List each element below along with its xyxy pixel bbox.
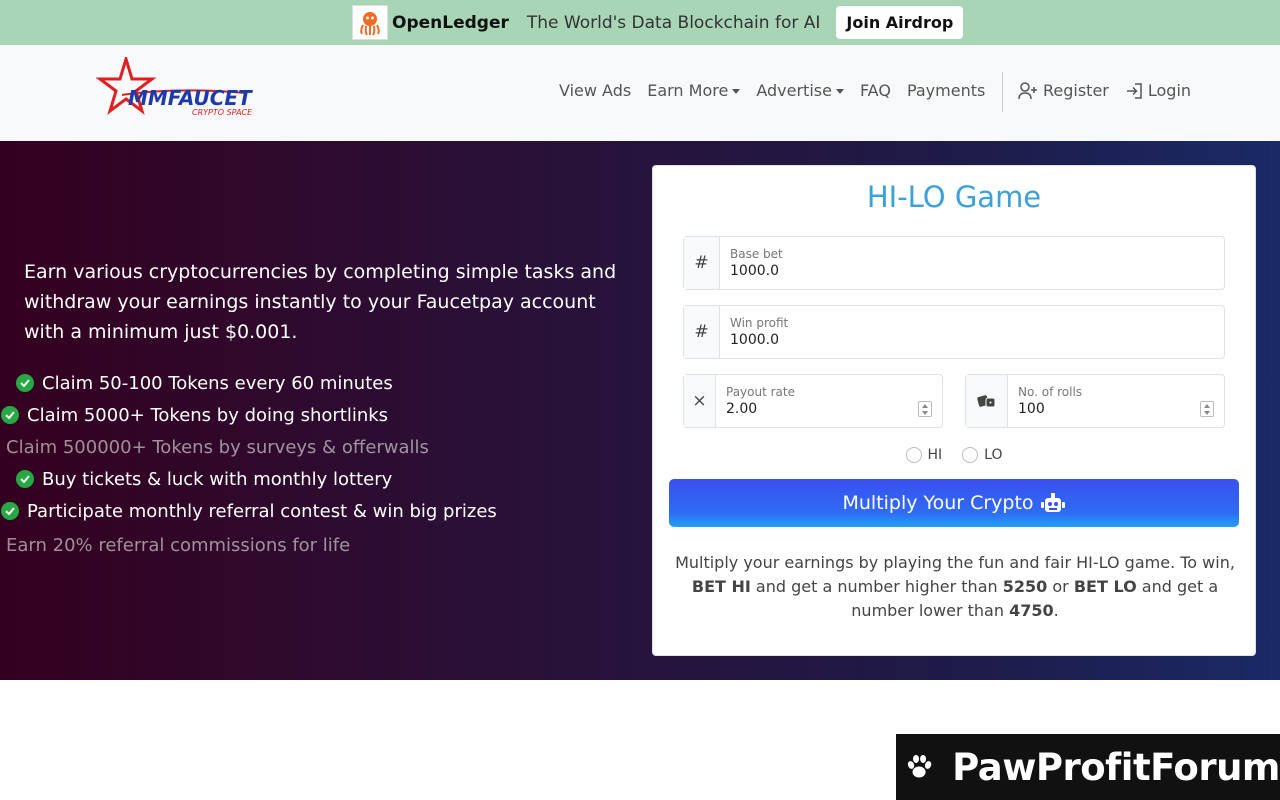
logo-wordmark: MMFAUCET — [128, 86, 253, 110]
nav-payments[interactable]: Payments — [907, 81, 985, 100]
lo-threshold: 4750 — [1009, 601, 1054, 620]
desc-text: Multiply your earnings by playing the fu… — [675, 553, 1235, 572]
feature-item: Earn 20% referral commissions for life — [0, 529, 620, 561]
nav-label: Payments — [906, 81, 986, 100]
nav-divider — [1002, 72, 1003, 112]
nav-view-ads[interactable]: View Ads — [559, 81, 631, 100]
watermark-text: PawProfitForum — [952, 745, 1280, 789]
main-nav: View Ads Earn More Advertise FAQ Payment… — [559, 81, 1001, 100]
payout-rate-stepper[interactable] — [918, 401, 932, 417]
rolls-label: No. of rolls — [1018, 385, 1083, 399]
desc-text: and get a number higher than — [755, 577, 998, 596]
login-link[interactable]: Login — [1125, 81, 1191, 100]
check-circle-icon — [16, 470, 34, 488]
feature-item: Claim 5000+ Tokens by doing shortlinks — [0, 399, 620, 431]
join-airdrop-button[interactable]: Join Airdrop — [836, 6, 964, 39]
caret-down-icon — [835, 89, 844, 94]
site-logo[interactable]: MMFAUCET CRYPTO SPACE — [96, 57, 276, 119]
feature-text: Claim 50-100 Tokens every 60 minutes — [42, 372, 393, 394]
login-icon — [1126, 82, 1142, 99]
feature-item: Claim 50-100 Tokens every 60 minutes — [0, 367, 620, 399]
radio-icon — [905, 447, 922, 463]
desc-text: or — [1052, 577, 1069, 596]
bet-lo-text: BET LO — [1073, 577, 1137, 596]
nav-earn-more[interactable]: Earn More — [647, 81, 741, 100]
times-icon: × — [684, 375, 716, 427]
feature-text: Claim 500000+ Tokens by surveys & offerw… — [6, 436, 429, 458]
payout-rate-field[interactable]: × Payout rate 2.00 — [683, 374, 943, 428]
nav-label: Earn More — [647, 81, 729, 100]
paw-icon — [907, 754, 932, 778]
feature-text: Claim 5000+ Tokens by doing shortlinks — [27, 404, 389, 426]
dice-icon — [966, 375, 1008, 427]
register-link[interactable]: Register — [1018, 81, 1109, 100]
hi-lo-options: HI LO — [653, 447, 1255, 463]
win-profit-label: Win profit — [730, 316, 789, 330]
user-plus-icon — [1018, 81, 1037, 99]
feature-item: Buy tickets & luck with monthly lottery — [0, 463, 620, 495]
bet-hi-text: BET HI — [691, 577, 751, 596]
hi-label: HI — [927, 447, 943, 463]
base-bet-field[interactable]: # Base bet 1000.0 — [683, 236, 1225, 290]
check-circle-icon — [16, 374, 34, 392]
check-circle-icon — [1, 502, 19, 520]
radio-icon — [962, 447, 979, 463]
lo-radio[interactable]: LO — [962, 447, 1002, 463]
hi-threshold: 5250 — [1002, 577, 1048, 596]
hero-intro: Earn various cryptocurrencies by complet… — [24, 261, 617, 343]
banner-tagline: The World's Data Blockchain for AI — [526, 12, 821, 33]
promo-banner: OpenLedger The World's Data Blockchain f… — [0, 0, 1280, 45]
hash-icon: # — [684, 237, 720, 289]
nav-faq[interactable]: FAQ — [860, 81, 891, 100]
logo-subtext: CRYPTO SPACE — [192, 108, 253, 117]
feature-item: Participate monthly referral contest & w… — [0, 495, 620, 527]
nav-label: FAQ — [859, 81, 891, 100]
hash-icon: # — [684, 306, 720, 358]
banner-brand: OpenLedger — [392, 12, 509, 33]
openledger-logo-icon[interactable] — [352, 5, 388, 40]
rolls-input[interactable]: 100 — [1018, 401, 1214, 417]
hi-radio[interactable]: HI — [905, 447, 943, 463]
watermark: PawProfitForum — [896, 734, 1280, 800]
nav-advertise[interactable]: Advertise — [756, 81, 844, 100]
multiply-button[interactable]: Multiply Your Crypto — [669, 479, 1239, 527]
nav-label: View Ads — [559, 81, 632, 100]
robot-icon — [1040, 493, 1065, 512]
feature-item: Claim 500000+ Tokens by surveys & offerw… — [0, 431, 620, 463]
lo-label: LO — [984, 447, 1003, 463]
auth-nav: Register Login — [1018, 81, 1207, 100]
payout-rate-label: Payout rate — [726, 385, 795, 399]
payout-rate-input[interactable]: 2.00 — [726, 401, 932, 417]
register-label: Register — [1043, 81, 1109, 100]
hilo-game-card: HI-LO Game # Base bet 1000.0 # Win profi… — [652, 165, 1256, 656]
feature-text: Buy tickets & luck with monthly lottery — [42, 468, 393, 490]
multiply-label: Multiply Your Crypto — [842, 492, 1034, 514]
desc-text: . — [1053, 601, 1059, 620]
nav-label: Advertise — [756, 81, 832, 100]
game-description: Multiply your earnings by playing the fu… — [667, 551, 1243, 623]
win-profit-field[interactable]: # Win profit 1000.0 — [683, 305, 1225, 359]
win-profit-input[interactable]: 1000.0 — [730, 332, 1214, 348]
caret-down-icon — [732, 89, 741, 94]
feature-list: Claim 50-100 Tokens every 60 minutes Cla… — [0, 367, 620, 561]
navbar: MMFAUCET CRYPTO SPACE View Ads Earn More… — [0, 45, 1280, 141]
rolls-field[interactable]: No. of rolls 100 — [965, 374, 1225, 428]
login-label: Login — [1147, 81, 1192, 100]
game-title: HI-LO Game — [866, 180, 1042, 214]
check-circle-icon — [1, 406, 19, 424]
base-bet-label: Base bet — [730, 247, 783, 261]
base-bet-input[interactable]: 1000.0 — [730, 263, 1214, 279]
feature-text: Participate monthly referral contest & w… — [27, 500, 497, 522]
feature-text: Earn 20% referral commissions for life — [6, 534, 351, 556]
rolls-stepper[interactable] — [1200, 401, 1214, 417]
